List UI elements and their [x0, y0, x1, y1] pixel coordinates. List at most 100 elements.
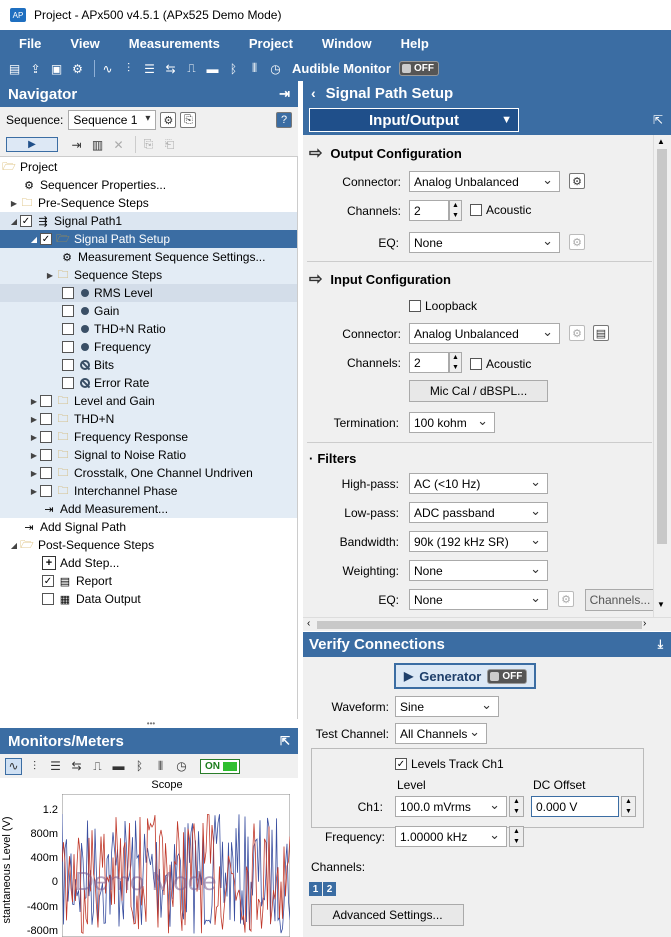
digital-io-icon[interactable]: ⫴ — [246, 60, 263, 77]
checkbox-unchecked[interactable] — [40, 395, 52, 407]
tree-item-rms-level[interactable]: RMS Level — [0, 284, 297, 302]
tree-item-frequency-response[interactable]: ▶ 🗀 Frequency Response — [0, 428, 297, 446]
checkbox-unchecked[interactable] — [40, 413, 52, 425]
dc-offset-stepper[interactable]: ▲ ▼ — [621, 796, 636, 817]
levels-track-checkbox[interactable]: ✓ Levels Track Ch1 — [395, 757, 504, 771]
help-icon[interactable]: ? — [276, 112, 292, 128]
bar-meter-icon[interactable]: ▬ — [110, 758, 127, 775]
pulse-icon[interactable]: ⎍ — [89, 758, 106, 775]
monitors-on-toggle[interactable]: ON — [200, 758, 240, 774]
tree-item-signal-path1[interactable]: ◢ ✓ ⇶ Signal Path1 — [0, 212, 297, 230]
input-channels-input[interactable]: 2 — [409, 352, 449, 373]
sine-signal-icon[interactable]: ∿ — [99, 60, 116, 77]
checkbox-unchecked[interactable] — [470, 204, 482, 216]
tree-item-bits[interactable]: Bits — [0, 356, 297, 374]
checkbox-unchecked[interactable] — [62, 287, 74, 299]
collapse-arrow-icon[interactable]: ◢ — [8, 541, 20, 550]
waveform-select[interactable]: Sine — [395, 696, 499, 717]
expand-arrow-icon[interactable]: ▶ — [44, 271, 56, 280]
checkbox-unchecked[interactable] — [40, 431, 52, 443]
frequency-select[interactable]: 1.00000 kHz — [395, 826, 507, 847]
settings-gear-icon[interactable]: ⚙ — [69, 60, 86, 77]
back-chevron-icon[interactable]: ‹ — [311, 85, 316, 101]
tree-item-level-and-gain[interactable]: ▶ 🗀 Level and Gain — [0, 392, 297, 410]
checkbox-unchecked[interactable] — [42, 593, 54, 605]
termination-select[interactable]: 100 kohm — [409, 412, 495, 433]
menu-measurements[interactable]: Measurements — [119, 36, 230, 51]
scroll-right-icon[interactable]: › — [643, 618, 646, 629]
tree-item-thdn[interactable]: ▶ 🗀 THD+N — [0, 410, 297, 428]
checkbox-checked[interactable]: ✓ — [20, 215, 32, 227]
dc-offset-input[interactable]: 0.000 V — [531, 796, 619, 817]
paste-icon[interactable]: ⎗ — [161, 136, 178, 153]
input-connector-gear-icon[interactable]: ⚙ — [569, 325, 585, 341]
tree-item-thdn-ratio[interactable]: THD+N Ratio — [0, 320, 297, 338]
meter-list-icon[interactable]: ☰ — [47, 758, 64, 775]
filter-eq-select[interactable]: None — [409, 589, 548, 610]
checkbox-unchecked[interactable] — [62, 341, 74, 353]
frequency-stepper[interactable]: ▲ ▼ — [509, 826, 524, 847]
meter-list-icon[interactable]: ☰ — [141, 60, 158, 77]
tree-item-pre-sequence[interactable]: ▶ 🗀 Pre-Sequence Steps — [0, 194, 297, 212]
clock-icon[interactable]: ◷ — [173, 758, 190, 775]
generator-button[interactable]: ▶ Generator OFF — [394, 663, 536, 689]
scope-icon[interactable]: ∿ — [5, 757, 22, 775]
checkbox-checked[interactable]: ✓ — [395, 758, 407, 770]
pulse-icon[interactable]: ⎍ — [183, 60, 200, 77]
new-project-icon[interactable]: ▤ — [6, 60, 23, 77]
input-output-dropdown[interactable]: Input/Output — [309, 108, 519, 132]
scroll-up-icon[interactable]: ▲ — [657, 137, 665, 146]
clock-icon[interactable]: ◷ — [267, 60, 284, 77]
checkbox-checked[interactable]: ✓ — [40, 233, 52, 245]
expand-arrow-icon[interactable]: ▶ — [8, 199, 20, 208]
bar-meter-icon[interactable]: ▬ — [204, 60, 221, 77]
splitter-grip[interactable]: ••• — [143, 719, 159, 728]
input-connector-info-icon[interactable]: ▤ — [593, 325, 609, 341]
checkbox-unchecked[interactable] — [62, 323, 74, 335]
open-project-icon[interactable]: ⇪ — [27, 60, 44, 77]
expand-arrow-icon[interactable]: ▶ — [28, 487, 40, 496]
expand-arrow-icon[interactable]: ▶ — [28, 451, 40, 460]
menu-project[interactable]: Project — [239, 36, 303, 51]
tree-item-gain[interactable]: Gain — [0, 302, 297, 320]
loopback-checkbox[interactable]: Loopback — [409, 299, 477, 313]
filter-eq-gear-icon[interactable]: ⚙ — [558, 591, 574, 607]
highpass-select[interactable]: AC (<10 Hz) — [409, 473, 548, 494]
bluetooth-icon[interactable]: ᛒ — [131, 758, 148, 775]
checkbox-checked[interactable]: ✓ — [42, 575, 54, 587]
vertical-scrollbar[interactable]: ▲ ▼ — [653, 135, 669, 617]
expand-arrow-icon[interactable]: ▶ — [28, 415, 40, 424]
output-eq-gear-icon[interactable]: ⚙ — [569, 234, 585, 250]
fft-spectrum-icon[interactable]: ⫶ — [120, 60, 137, 77]
tree-item-error-rate[interactable]: Error Rate — [0, 374, 297, 392]
bluetooth-icon[interactable]: ᛒ — [225, 60, 242, 77]
expand-arrow-icon[interactable]: ▶ — [28, 433, 40, 442]
checkbox-unchecked[interactable] — [62, 377, 74, 389]
tree-item-add-step[interactable]: + Add Step... — [0, 554, 297, 572]
generator-toggle[interactable]: OFF — [487, 668, 528, 684]
fft-spectrum-icon[interactable]: ⫶ — [26, 758, 43, 775]
test-channel-select[interactable]: All Channels — [395, 723, 487, 744]
delete-icon[interactable]: ✕ — [110, 136, 127, 153]
channel-2-button[interactable]: 2 — [323, 882, 336, 896]
bandwidth-select[interactable]: 90k (192 kHz SR) — [409, 531, 548, 552]
advanced-settings-button[interactable]: Advanced Settings... — [311, 904, 464, 926]
scroll-left-icon[interactable]: ‹ — [307, 618, 310, 629]
output-acoustic-checkbox[interactable]: Acoustic — [470, 203, 531, 217]
tree-item-post-sequence[interactable]: ◢ 🗁 Post-Sequence Steps — [0, 536, 297, 554]
level-ch1-select[interactable]: 100.0 mVrms — [395, 796, 507, 817]
input-connector-select[interactable]: Analog Unbalanced — [409, 323, 560, 344]
output-eq-select[interactable]: None — [409, 232, 560, 253]
scroll-thumb[interactable] — [657, 149, 667, 544]
expand-arrow-icon[interactable]: ▶ — [28, 469, 40, 478]
run-measurement-icon[interactable]: ▥ — [89, 136, 106, 153]
copy-icon[interactable]: ⎘ — [140, 136, 157, 153]
tree-item-snr[interactable]: ▶ 🗀 Signal to Noise Ratio — [0, 446, 297, 464]
popout-icon[interactable]: ⇱ — [653, 113, 663, 127]
sequence-select[interactable]: Sequence 1 — [68, 110, 157, 130]
checkbox-unchecked[interactable] — [40, 467, 52, 479]
digital-io-icon[interactable]: ⫴ — [152, 758, 169, 775]
channels-button[interactable]: Channels... — [585, 589, 655, 611]
menu-file[interactable]: File — [9, 36, 51, 51]
checkbox-unchecked[interactable] — [62, 305, 74, 317]
